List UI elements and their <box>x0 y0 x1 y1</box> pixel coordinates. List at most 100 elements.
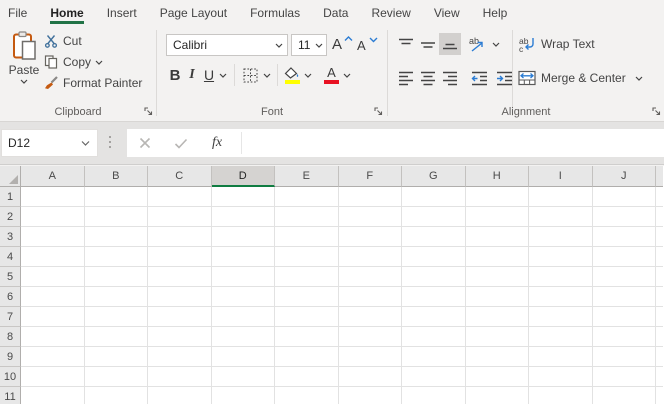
cell-A8[interactable] <box>21 327 85 347</box>
cancel-button[interactable] <box>127 137 163 149</box>
cell-G1[interactable] <box>402 187 466 207</box>
cell-B10[interactable] <box>85 367 149 387</box>
cell-D11[interactable] <box>212 387 276 404</box>
cell-partial[interactable] <box>656 227 663 247</box>
name-box[interactable]: D12 <box>1 129 98 157</box>
cell-G7[interactable] <box>402 307 466 327</box>
cell-C8[interactable] <box>148 327 212 347</box>
cell-D9[interactable] <box>212 347 276 367</box>
font-color-dropdown-chevron[interactable] <box>343 73 351 78</box>
cell-H3[interactable] <box>466 227 530 247</box>
cell-G3[interactable] <box>402 227 466 247</box>
cell-C2[interactable] <box>148 207 212 227</box>
enter-button[interactable] <box>163 138 199 149</box>
cell-H10[interactable] <box>466 367 530 387</box>
tab-review[interactable]: Review <box>371 0 410 26</box>
cell-I1[interactable] <box>529 187 593 207</box>
cell-A1[interactable] <box>21 187 85 207</box>
select-all-corner[interactable] <box>0 166 21 187</box>
tab-formulas[interactable]: Formulas <box>250 0 300 26</box>
cell-E1[interactable] <box>275 187 339 207</box>
column-header-C[interactable]: C <box>148 166 212 187</box>
align-top-button[interactable] <box>395 33 417 55</box>
cell-D1[interactable] <box>212 187 276 207</box>
cell-J7[interactable] <box>593 307 657 327</box>
cell-J3[interactable] <box>593 227 657 247</box>
cell-I2[interactable] <box>529 207 593 227</box>
tab-home[interactable]: Home <box>50 0 83 26</box>
cell-B7[interactable] <box>85 307 149 327</box>
cell-A11[interactable] <box>21 387 85 404</box>
cut-button[interactable]: Cut <box>44 33 82 49</box>
cell-G5[interactable] <box>402 267 466 287</box>
cell-B3[interactable] <box>85 227 149 247</box>
cell-G6[interactable] <box>402 287 466 307</box>
column-header-I[interactable]: I <box>529 166 593 187</box>
cell-J2[interactable] <box>593 207 657 227</box>
cell-A6[interactable] <box>21 287 85 307</box>
row-header-3[interactable]: 3 <box>0 227 21 247</box>
cell-J11[interactable] <box>593 387 657 404</box>
borders-icon[interactable] <box>242 67 259 84</box>
cell-A3[interactable] <box>21 227 85 247</box>
align-middle-button[interactable] <box>417 33 439 55</box>
row-header-4[interactable]: 4 <box>0 247 21 267</box>
name-box-dropdown-icon[interactable] <box>81 140 90 146</box>
cell-C1[interactable] <box>148 187 212 207</box>
cell-J5[interactable] <box>593 267 657 287</box>
italic-button[interactable]: I <box>184 67 200 83</box>
row-header-6[interactable]: 6 <box>0 287 21 307</box>
row-header-2[interactable]: 2 <box>0 207 21 227</box>
copy-dropdown-chevron[interactable] <box>95 60 103 65</box>
cell-A7[interactable] <box>21 307 85 327</box>
cell-partial[interactable] <box>656 347 663 367</box>
cell-A4[interactable] <box>21 247 85 267</box>
cell-I3[interactable] <box>529 227 593 247</box>
cell-F10[interactable] <box>339 367 403 387</box>
cell-J8[interactable] <box>593 327 657 347</box>
font-dialog-launcher[interactable] <box>373 106 384 117</box>
column-header-E[interactable]: E <box>275 166 339 187</box>
cell-B5[interactable] <box>85 267 149 287</box>
cell-H1[interactable] <box>466 187 530 207</box>
align-right-button[interactable] <box>439 67 461 89</box>
row-header-1[interactable]: 1 <box>0 187 21 207</box>
font-color-button[interactable]: A <box>324 67 339 84</box>
cell-H2[interactable] <box>466 207 530 227</box>
orientation-button[interactable]: ab <box>468 33 500 55</box>
cell-E5[interactable] <box>275 267 339 287</box>
cell-D10[interactable] <box>212 367 276 387</box>
cell-H5[interactable] <box>466 267 530 287</box>
row-header-11[interactable]: 11 <box>0 387 21 404</box>
insert-function-button[interactable]: fx <box>199 135 235 151</box>
cell-H6[interactable] <box>466 287 530 307</box>
cell-D4[interactable] <box>212 247 276 267</box>
grow-font-button[interactable]: A <box>331 34 353 56</box>
cell-partial[interactable] <box>656 307 663 327</box>
cell-G10[interactable] <box>402 367 466 387</box>
name-box-resize-handle[interactable] <box>109 136 111 148</box>
cell-partial[interactable] <box>656 367 663 387</box>
underline-dropdown-chevron[interactable] <box>219 73 227 78</box>
column-header-G[interactable]: G <box>402 166 466 187</box>
formula-input[interactable] <box>242 129 664 157</box>
column-header-D[interactable]: D <box>212 166 276 187</box>
cell-I9[interactable] <box>529 347 593 367</box>
cell-I8[interactable] <box>529 327 593 347</box>
cell-B6[interactable] <box>85 287 149 307</box>
copy-button[interactable]: Copy <box>44 54 103 70</box>
cell-J6[interactable] <box>593 287 657 307</box>
cell-partial[interactable] <box>656 287 663 307</box>
cell-G9[interactable] <box>402 347 466 367</box>
cell-F9[interactable] <box>339 347 403 367</box>
cell-C6[interactable] <box>148 287 212 307</box>
cell-C3[interactable] <box>148 227 212 247</box>
cell-G4[interactable] <box>402 247 466 267</box>
cell-G11[interactable] <box>402 387 466 404</box>
cell-B9[interactable] <box>85 347 149 367</box>
column-header-B[interactable]: B <box>85 166 149 187</box>
cell-F5[interactable] <box>339 267 403 287</box>
cell-A9[interactable] <box>21 347 85 367</box>
cell-E9[interactable] <box>275 347 339 367</box>
tab-insert[interactable]: Insert <box>107 0 137 26</box>
